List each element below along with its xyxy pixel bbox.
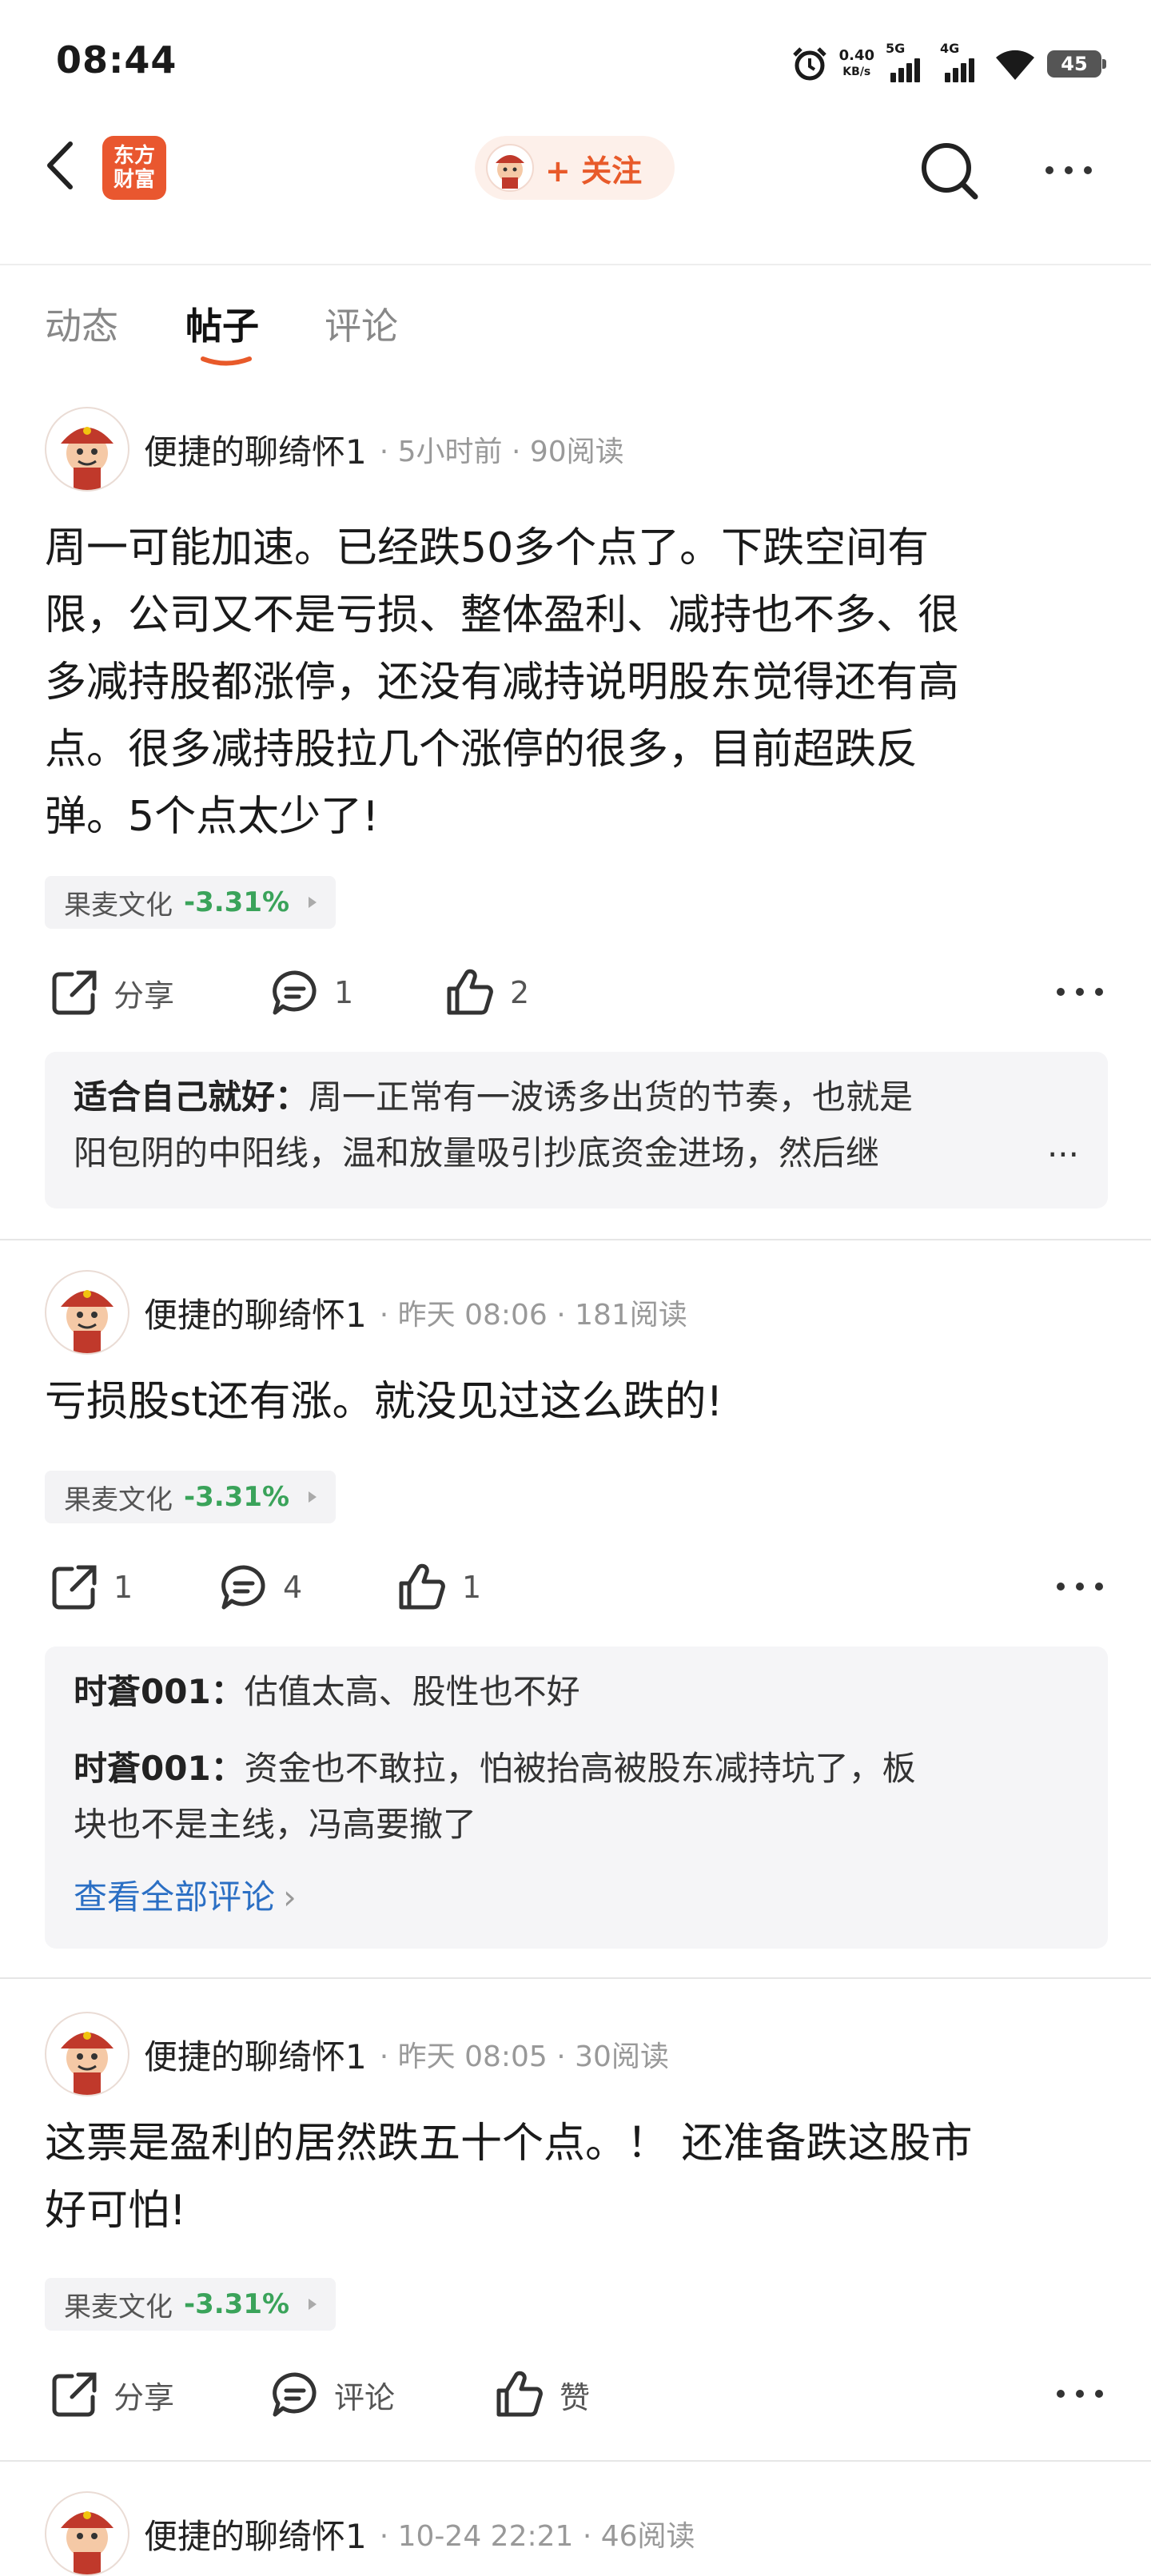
app-logo[interactable]: 东方 财富	[102, 136, 166, 200]
share-icon	[52, 1565, 97, 1610]
share-icon	[52, 970, 97, 1015]
comment-ellipsis: ...	[1046, 1125, 1079, 1165]
post-author-row[interactable]: 便捷的聊绮怀1 · 昨天 08:05 · 30阅读	[45, 2012, 669, 2096]
stock-change: -3.31%	[184, 2288, 290, 2320]
net-speed: 0.40 KB/s	[838, 47, 874, 79]
status-icons: 0.40 KB/s 5G 4G 45	[791, 40, 1106, 88]
comment-item[interactable]: 时蒼001：资金也不敢拉，怕被抬高被股东减持坑了，板	[74, 1741, 1065, 1797]
share-button[interactable]: 1	[50, 1554, 133, 1621]
comment-preview[interactable]: 时蒼001：估值太高、股性也不好 时蒼001：资金也不敢拉，怕被抬高被股东减持坑…	[45, 1646, 1108, 1949]
post-meta: · 昨天 08:05 · 30阅读	[379, 2040, 669, 2073]
stock-tag[interactable]: 果麦文化 -3.31%	[45, 876, 337, 929]
post-author-row[interactable]: 便捷的聊绮怀1 · 昨天 08:06 · 181阅读	[45, 1270, 687, 1355]
chevron-right-icon	[309, 1491, 317, 1503]
stock-change: -3.31%	[184, 886, 290, 918]
wifi-icon	[996, 50, 1034, 80]
divider	[0, 2460, 1151, 2462]
comment-icon	[273, 2372, 317, 2417]
tab-comments[interactable]: 评论	[325, 297, 398, 350]
signal-4g-icon: 4G	[940, 41, 983, 82]
post-meta: · 5小时前 · 90阅读	[379, 436, 624, 468]
chevron-right-icon	[309, 2299, 317, 2310]
more-options-icon[interactable]	[1057, 988, 1103, 996]
commenter-name[interactable]: 时蒼001：	[74, 1672, 245, 1711]
thumbs-up-icon	[399, 1563, 445, 1610]
share-icon	[52, 2372, 97, 2417]
author-avatar[interactable]	[45, 2012, 129, 2096]
user-avatar	[486, 144, 534, 192]
follow-label: + 关注	[545, 153, 643, 189]
author-name[interactable]: 便捷的聊绮怀1	[144, 2030, 367, 2079]
author-name[interactable]: 便捷的聊绮怀1	[144, 425, 367, 474]
stock-change: -3.31%	[184, 1481, 290, 1513]
comment-button[interactable]: 1	[270, 959, 353, 1026]
author-name[interactable]: 便捷的聊绮怀1	[144, 1288, 367, 1337]
search-icon[interactable]	[918, 139, 982, 203]
author-avatar[interactable]	[45, 2491, 129, 2576]
post-actions: 分享 评论 赞	[45, 2361, 1108, 2428]
author-avatar[interactable]	[45, 407, 129, 492]
chevron-right-icon: ›	[283, 1877, 297, 1917]
post-content[interactable]: 亏损股st还有涨。就没见过这么跌的!	[45, 1368, 1108, 1435]
post-actions: 分享 1 2	[45, 959, 1108, 1026]
tab-posts[interactable]: 帖子	[185, 297, 259, 350]
back-arrow-icon[interactable]	[40, 137, 88, 193]
stock-name: 果麦文化	[64, 889, 173, 922]
post-actions: 1 4 1	[45, 1554, 1108, 1621]
post-meta: · 昨天 08:06 · 181阅读	[379, 1299, 687, 1332]
comment-item-continued: 块也不是主线，冯高要撤了	[74, 1805, 477, 1844]
chevron-right-icon	[309, 897, 317, 908]
comment-icon	[221, 1565, 265, 1610]
comment-item[interactable]: 适合自己就好：周一正常有一波诱多出货的节奏，也就是	[74, 1069, 1065, 1125]
alarm-icon	[792, 47, 826, 81]
post-author-row[interactable]: 便捷的聊绮怀1 · 10-24 22:21 · 46阅读	[45, 2491, 695, 2576]
stock-tag[interactable]: 果麦文化 -3.31%	[45, 2278, 337, 2331]
like-button[interactable]: 赞	[494, 2361, 590, 2428]
author-name[interactable]: 便捷的聊绮怀1	[144, 2510, 367, 2558]
post-content[interactable]: 周一可能加速。已经跌50多个点了。下跌空间有 限，公司又不是亏损、整体盈利、减持…	[45, 515, 1108, 850]
tab-dynamics[interactable]: 动态	[45, 297, 118, 350]
comment-preview[interactable]: 适合自己就好：周一正常有一波诱多出货的节奏，也就是 阳包阴的中阳线，温和放量吸引…	[45, 1052, 1108, 1208]
stock-name: 果麦文化	[64, 2291, 173, 2323]
follow-button[interactable]: + 关注	[475, 136, 675, 200]
stock-name: 果麦文化	[64, 1483, 173, 1516]
commenter-name[interactable]: 时蒼001：	[74, 1749, 245, 1788]
more-options-icon[interactable]	[1057, 2390, 1103, 2398]
comment-item-continued: 阳包阴的中阳线，温和放量吸引抄底资金进场，然后继	[74, 1133, 880, 1173]
top-nav-bar: 东方 财富 + 关注	[0, 120, 1151, 265]
signal-5g-icon: 5G	[886, 41, 929, 82]
view-all-comments-link[interactable]: 查看全部评论 ›	[74, 1870, 297, 1919]
post-content[interactable]: 这票是盈利的居然跌五十个点。！ 还准备跌这股市 好可怕!	[45, 2110, 1108, 2244]
more-options-icon[interactable]	[1045, 158, 1103, 182]
like-button[interactable]: 1	[396, 1554, 481, 1621]
more-options-icon[interactable]	[1057, 1583, 1103, 1591]
active-tab-indicator	[201, 356, 252, 366]
comment-button[interactable]: 评论	[270, 2361, 395, 2428]
thumbs-up-icon	[447, 969, 493, 1015]
post-meta: · 10-24 22:21 · 46阅读	[379, 2520, 695, 2553]
tab-bar: 动态 帖子 评论	[0, 288, 1151, 368]
comment-button[interactable]: 4	[219, 1554, 302, 1621]
comment-item[interactable]: 时蒼001：估值太高、股性也不好	[74, 1664, 1065, 1720]
stock-tag[interactable]: 果麦文化 -3.31%	[45, 1471, 337, 1523]
status-bar: 08:44 0.40 KB/s 5G 4G 45	[0, 0, 1151, 120]
share-button[interactable]: 分享	[50, 2361, 174, 2428]
post-author-row[interactable]: 便捷的聊绮怀1 · 5小时前 · 90阅读	[45, 407, 624, 492]
battery-icon: 45	[1047, 50, 1106, 78]
like-button[interactable]: 2	[444, 959, 529, 1026]
divider	[0, 1239, 1151, 1240]
status-time: 08:44	[56, 38, 177, 82]
thumbs-up-icon	[496, 2371, 543, 2417]
author-avatar[interactable]	[45, 1270, 129, 1355]
share-button[interactable]: 分享	[50, 959, 174, 1026]
comment-icon	[273, 970, 317, 1015]
commenter-name[interactable]: 适合自己就好：	[74, 1077, 309, 1117]
divider	[0, 1977, 1151, 1979]
